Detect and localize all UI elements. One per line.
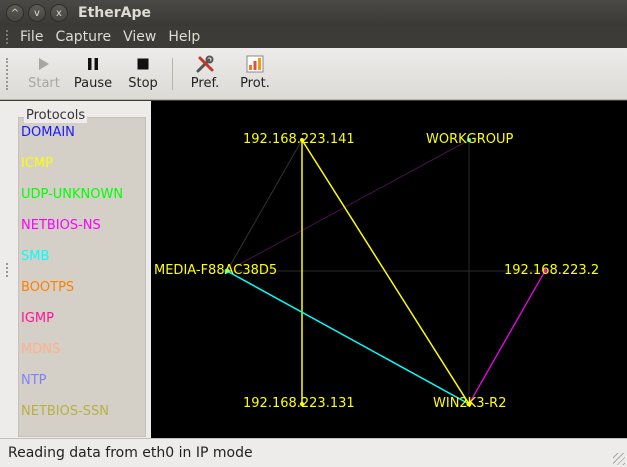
prot-label: Prot. (240, 76, 270, 91)
pause-icon (83, 54, 103, 74)
link-media-win2k3 (226, 270, 470, 405)
node-label-workgroup[interactable]: WORKGROUP (426, 132, 513, 147)
menu-grip-handle[interactable] (6, 30, 12, 44)
link-n141-media (226, 139, 303, 272)
node-label-192-168-223-2[interactable]: 192.168.223.2 (504, 263, 599, 278)
status-bar: Reading data from eth0 in IP mode (0, 438, 627, 467)
node-label-win2k3-r2[interactable]: WIN2K3-R2 (433, 396, 506, 411)
panel-grip-handle[interactable] (6, 263, 12, 277)
preferences-button[interactable]: Pref. (186, 52, 224, 96)
window-resize-grip[interactable] (613, 453, 625, 465)
window-minimize-button[interactable]: v (28, 4, 46, 22)
stop-button[interactable]: Stop (124, 52, 162, 96)
link-n141-win2k3 (301, 139, 470, 405)
window-title: EtherApe (78, 5, 151, 21)
protocol-item-smb[interactable]: SMB (21, 249, 49, 264)
start-label: Start (28, 76, 60, 91)
toolbar-grip-handle[interactable] (6, 58, 12, 90)
toolbar-separator (172, 58, 173, 90)
node-label-192-168-223-131[interactable]: 192.168.223.131 (243, 396, 355, 411)
protocol-chart-icon (245, 54, 265, 74)
protocols-title: Protocols (24, 108, 88, 123)
protocol-item-netbios-ssn[interactable]: NETBIOS-SSN (21, 404, 109, 419)
protocol-item-domain[interactable]: DOMAIN (21, 125, 75, 140)
protocols-button[interactable]: Prot. (236, 52, 274, 96)
link-n2-win2k3 (468, 270, 546, 405)
protocol-item-bootps[interactable]: BOOTPS (21, 280, 74, 295)
protocol-item-udp-unknown[interactable]: UDP-UNKNOWN (21, 187, 123, 202)
toolbar: Start Pause Stop Pref. Prot. (0, 48, 627, 100)
pause-button[interactable]: Pause (72, 52, 114, 96)
menu-file[interactable]: File (20, 29, 43, 45)
start-button[interactable]: Start (26, 52, 62, 96)
pause-label: Pause (73, 76, 113, 91)
menu-help[interactable]: Help (168, 29, 200, 45)
menu-view[interactable]: View (123, 29, 156, 45)
protocol-item-icmp[interactable]: ICMP (21, 156, 53, 171)
node-label-media-f88ac38d5[interactable]: MEDIA-F88AC38D5 (154, 263, 277, 278)
protocol-item-igmp[interactable]: IGMP (21, 311, 54, 326)
node-label-192-168-223-141[interactable]: 192.168.223.141 (243, 132, 355, 147)
menu-capture[interactable]: Capture (55, 29, 111, 45)
link-media-workgroup (226, 139, 470, 272)
status-text: Reading data from eth0 in IP mode (8, 445, 253, 461)
protocol-item-mdns[interactable]: MDNS (21, 342, 60, 357)
pref-label: Pref. (190, 76, 220, 91)
menu-bar: File Capture View Help (0, 26, 627, 48)
protocols-panel: Protocols DOMAIN ICMP UDP-UNKNOWN NETBIO… (0, 101, 151, 438)
title-bar: ^ v x EtherApe (0, 0, 627, 26)
window-roll-up-button[interactable]: ^ (6, 4, 24, 22)
protocol-item-ntp[interactable]: NTP (21, 373, 47, 388)
stop-label: Stop (128, 76, 158, 91)
play-icon (34, 54, 54, 74)
tools-icon (195, 54, 215, 74)
protocol-item-netbios-ns[interactable]: NETBIOS-NS (21, 218, 101, 233)
window-close-button[interactable]: x (50, 4, 68, 22)
stop-icon (133, 54, 153, 74)
network-diagram[interactable]: 192.168.223.141 WORKGROUP MEDIA-F88AC38D… (151, 101, 627, 438)
